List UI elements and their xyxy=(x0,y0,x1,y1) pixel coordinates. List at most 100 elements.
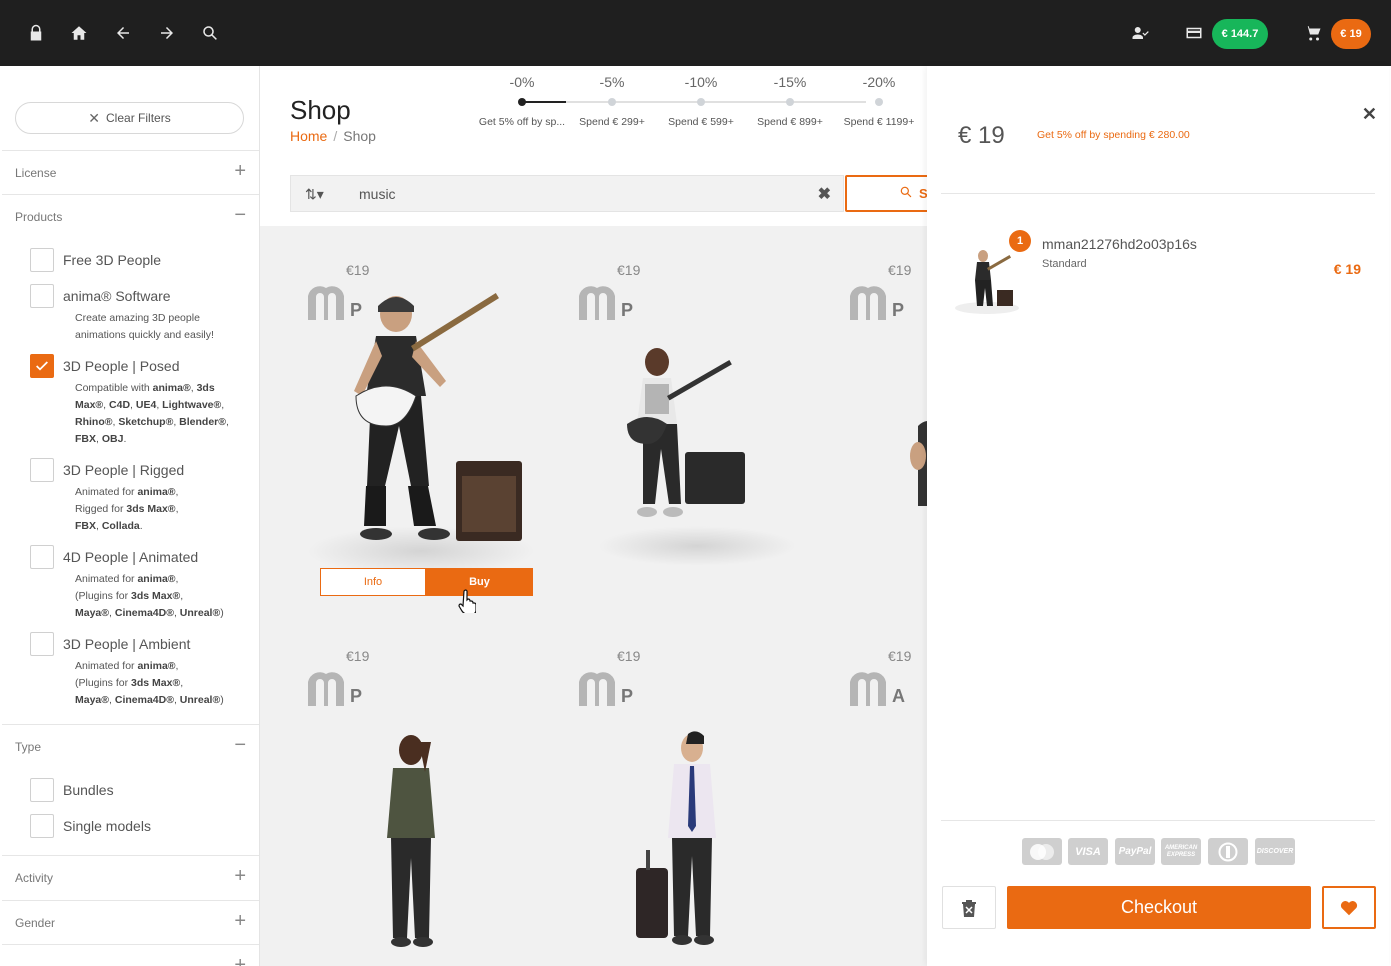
anima-software-description: Create amazing 3D people animations quic… xyxy=(75,312,214,341)
cart-item-price: € 19 xyxy=(1333,261,1361,277)
credit-card-icon[interactable] xyxy=(1183,22,1205,44)
clear-filters-button[interactable]: ✕ Clear Filters xyxy=(15,102,244,134)
close-icon[interactable]: ✕ xyxy=(1362,104,1377,125)
product-price: €19 xyxy=(888,648,912,664)
filter-3d-people-rigged[interactable]: 3D People | Rigged xyxy=(30,458,184,482)
filter-section-more[interactable]: + xyxy=(2,944,259,966)
discount-step: -5% Spend € 299+ xyxy=(562,66,662,128)
brand-logo-icon xyxy=(850,286,886,320)
product-card[interactable]: €19 P Info Buy xyxy=(276,226,546,612)
product-type-letter: P xyxy=(621,300,634,320)
cart-item-license: Standard xyxy=(1042,258,1087,270)
filter-section-type[interactable]: Type − xyxy=(2,724,259,768)
info-button[interactable]: Info xyxy=(320,568,426,596)
rigged-description: Animated for anima®, Rigged for 3ds Max®,… xyxy=(75,486,179,532)
forward-arrow-icon[interactable] xyxy=(156,22,178,44)
amex-icon: AMERICAN EXPRESS xyxy=(1161,838,1201,865)
product-type-letter: A xyxy=(892,686,905,706)
discover-icon: DISCOVER xyxy=(1255,838,1295,865)
product-card[interactable]: €19 P xyxy=(276,612,546,966)
filter-section-activity[interactable]: Activity + xyxy=(2,855,259,899)
man-phone-figure-image xyxy=(387,735,435,947)
search-bar: ⇅▾ music ✖ xyxy=(290,175,844,212)
discount-label: Spend € 1199+ xyxy=(843,116,915,128)
checkbox-label: Single models xyxy=(63,818,151,834)
cart-total-badge[interactable]: € 19 xyxy=(1331,19,1371,49)
product-card[interactable]: €19 P xyxy=(547,226,817,612)
discount-progress xyxy=(522,101,566,103)
filter-anima-software[interactable]: anima® Software xyxy=(30,284,171,308)
discount-step: -20% Spend € 1199+ xyxy=(829,66,927,128)
section-label: License xyxy=(15,165,57,180)
plus-icon[interactable]: + xyxy=(234,161,246,181)
filter-free-3d-people[interactable]: Free 3D People xyxy=(30,248,161,272)
discount-label: Spend € 599+ xyxy=(668,116,734,128)
empty-cart-button[interactable] xyxy=(942,886,996,929)
minus-icon[interactable]: − xyxy=(234,205,246,225)
divider xyxy=(941,820,1375,821)
discount-label: Spend € 299+ xyxy=(579,116,645,128)
discount-percent: -5% xyxy=(599,74,625,90)
checkbox-label: Free 3D People xyxy=(63,252,162,268)
breadcrumb-home-link[interactable]: Home xyxy=(290,128,327,144)
filter-3d-people-posed[interactable]: 3D People | Posed xyxy=(30,354,180,378)
cart-item-quantity-badge: 1 xyxy=(1009,230,1031,252)
cart-icon[interactable] xyxy=(1302,22,1324,44)
checkbox[interactable] xyxy=(30,814,54,838)
checkbox[interactable] xyxy=(30,632,54,656)
checkbox[interactable] xyxy=(30,284,54,308)
cart-item-name[interactable]: mman21276hd2o03p16s xyxy=(1042,236,1197,252)
checkbox-label: 3D People | Rigged xyxy=(63,462,185,478)
minus-icon[interactable]: − xyxy=(234,735,246,755)
filter-4d-people-animated[interactable]: 4D People | Animated xyxy=(30,545,198,569)
product-price: €19 xyxy=(888,262,912,278)
discount-hint: Get 5% off by spending € 280.00 xyxy=(1037,129,1190,141)
ambient-description: Animated for anima®, (Plugins for 3ds Max… xyxy=(75,660,224,706)
user-check-icon[interactable] xyxy=(1129,22,1151,44)
discount-step: -0% Get 5% off by sp... xyxy=(472,66,572,128)
checkbox[interactable] xyxy=(30,458,54,482)
product-price: €19 xyxy=(346,262,370,278)
check-icon xyxy=(36,361,48,371)
discount-dot xyxy=(697,98,705,106)
checkbox-label: 3D People | Posed xyxy=(63,358,180,374)
checkbox-checked[interactable] xyxy=(30,354,54,378)
product-card[interactable]: €19 P xyxy=(818,226,927,612)
product-card[interactable]: €19 P xyxy=(547,612,817,966)
filter-3d-people-ambient[interactable]: 3D People | Ambient xyxy=(30,632,190,656)
discount-dot xyxy=(786,98,794,106)
lock-icon[interactable] xyxy=(25,22,47,44)
clear-filters-label: Clear Filters xyxy=(106,111,171,125)
plus-icon[interactable]: + xyxy=(234,866,246,886)
search-button[interactable]: S xyxy=(845,175,927,212)
checkbox-label: 4D People | Animated xyxy=(63,549,199,565)
buy-button[interactable]: Buy xyxy=(426,568,533,596)
section-label: Gender xyxy=(15,915,56,930)
product-card[interactable]: €19 A xyxy=(818,612,927,966)
figure-image xyxy=(910,421,927,506)
filter-section-license[interactable]: License + xyxy=(2,150,259,194)
plus-icon[interactable]: + xyxy=(234,955,246,966)
wishlist-button[interactable] xyxy=(1322,886,1376,929)
checkout-button[interactable]: Checkout xyxy=(1007,886,1311,929)
section-label: Activity xyxy=(15,870,54,885)
sort-icon[interactable]: ⇅▾ xyxy=(305,186,324,203)
cart-item-thumbnail[interactable] xyxy=(949,242,1025,314)
man-suitcase-figure-image xyxy=(636,731,716,945)
plus-icon[interactable]: + xyxy=(234,911,246,931)
filter-section-gender[interactable]: Gender + xyxy=(2,900,259,944)
checkbox[interactable] xyxy=(30,778,54,802)
back-arrow-icon[interactable] xyxy=(112,22,134,44)
clear-search-icon[interactable]: ✖ xyxy=(818,184,831,204)
filter-single-models[interactable]: Single models xyxy=(30,814,151,838)
credit-balance-badge[interactable]: € 144.7 xyxy=(1212,19,1268,49)
paypal-icon: PayPal xyxy=(1115,838,1155,865)
checkbox[interactable] xyxy=(30,545,54,569)
search-icon[interactable] xyxy=(199,22,221,44)
filter-bundles[interactable]: Bundles xyxy=(30,778,114,802)
filter-section-products[interactable]: Products − xyxy=(2,194,259,238)
home-icon[interactable] xyxy=(68,22,90,44)
checkbox[interactable] xyxy=(30,248,54,272)
search-input[interactable]: music xyxy=(359,186,396,202)
brand-logo-icon xyxy=(579,672,615,706)
